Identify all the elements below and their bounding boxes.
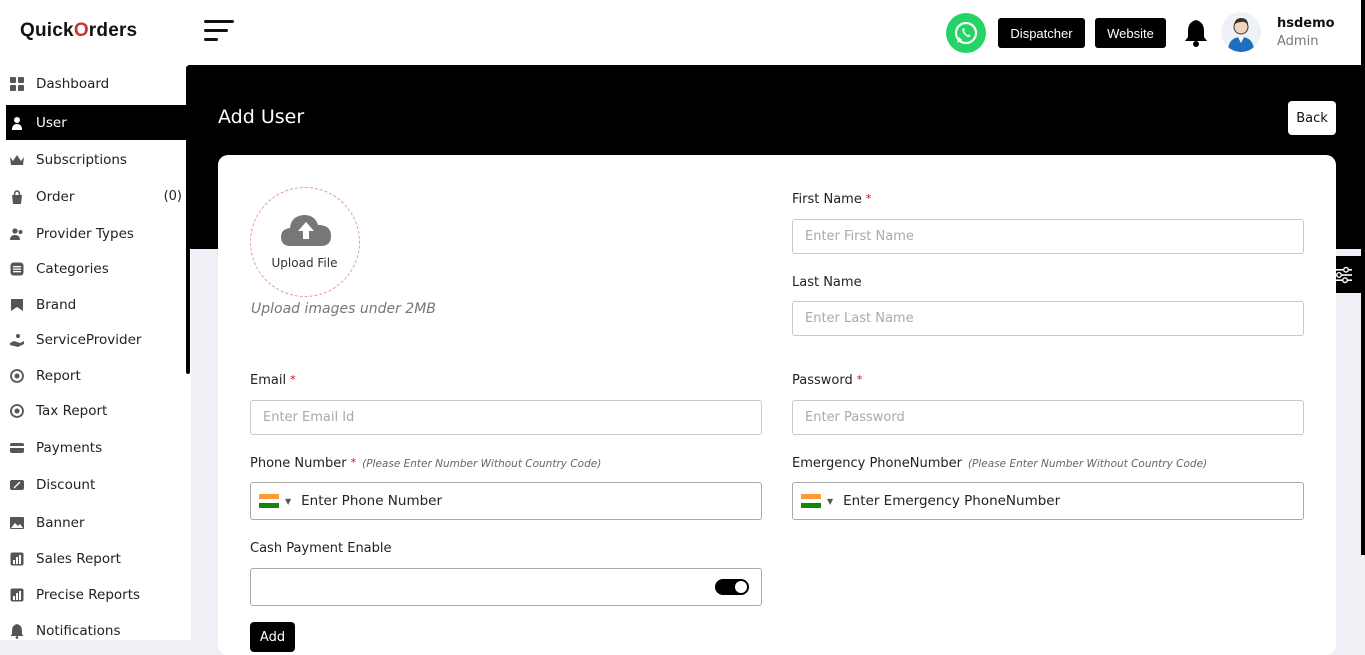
sidebar-item-dashboard[interactable]: Dashboard	[6, 66, 186, 101]
sidebar-item-label: ServiceProvider	[36, 331, 142, 348]
chart-icon	[8, 586, 26, 604]
bookmark-icon	[8, 296, 26, 314]
last-name-label: Last Name	[792, 275, 862, 290]
list-icon	[8, 260, 26, 278]
sidebar-item-label: User	[36, 114, 67, 131]
sidebar-item-discount[interactable]: Discount	[6, 467, 186, 502]
emergency-phone-placeholder: Enter Emergency PhoneNumber	[843, 493, 1061, 509]
sidebar-item-provider-types[interactable]: Provider Types	[6, 216, 186, 251]
sidebar-item-report[interactable]: Report	[6, 358, 186, 393]
sidebar: QuickOrders Dashboard User Subscriptions…	[0, 0, 191, 640]
users-icon	[8, 225, 26, 243]
menu-toggle-icon[interactable]	[204, 20, 236, 44]
emergency-phone-field[interactable]: ▼ Enter Emergency PhoneNumber	[792, 482, 1304, 520]
sidebar-item-tax-report[interactable]: Tax Report	[6, 393, 186, 428]
bell-icon	[8, 622, 26, 640]
sidebar-item-payments[interactable]: Payments	[6, 430, 186, 465]
crown-icon	[8, 151, 26, 169]
sidebar-item-label: Provider Types	[36, 225, 134, 242]
avatar[interactable]	[1221, 12, 1261, 52]
back-button[interactable]: Back	[1288, 101, 1336, 135]
bag-icon	[8, 188, 26, 206]
first-name-label: First Name *	[792, 192, 872, 207]
page-title: Add User	[218, 106, 305, 128]
upload-file-dropzone[interactable]: Upload File	[250, 187, 360, 297]
chart-icon	[8, 550, 26, 568]
last-name-input[interactable]: Enter Last Name	[792, 301, 1304, 336]
sidebar-item-precise-reports[interactable]: Precise Reports	[6, 577, 186, 612]
upload-file-label: Upload File	[271, 256, 338, 270]
notification-bell-icon[interactable]	[1183, 18, 1209, 48]
sidebar-item-order[interactable]: Order (0)	[6, 179, 186, 214]
topbar: Dispatcher Website hsdemo Admin	[191, 0, 1361, 65]
sidebar-item-label: Precise Reports	[36, 586, 141, 603]
user-icon	[8, 114, 26, 132]
cash-payment-label: Cash Payment Enable	[250, 541, 392, 556]
sidebar-item-label: Subscriptions	[36, 151, 127, 168]
sidebar-item-user[interactable]: User	[6, 105, 186, 140]
website-button[interactable]: Website	[1095, 18, 1166, 48]
password-field[interactable]: Enter Password	[792, 400, 1304, 435]
sidebar-item-sales-report[interactable]: Sales Report	[6, 541, 186, 576]
phone-number-field[interactable]: ▼ Enter Phone Number	[250, 482, 762, 520]
order-count-badge: (0)	[163, 189, 182, 204]
add-button[interactable]: Add	[250, 622, 295, 652]
sidebar-item-serviceprovider[interactable]: ServiceProvider	[6, 322, 186, 357]
user-name: hsdemo	[1277, 16, 1335, 31]
sidebar-item-notifications[interactable]: Notifications	[6, 613, 186, 648]
discount-icon	[8, 476, 26, 494]
sidebar-item-label: Payments	[36, 439, 103, 456]
page-scrollbar[interactable]	[1361, 0, 1365, 555]
emergency-phone-label: Emergency PhoneNumber (Please Enter Numbe…	[792, 456, 1208, 471]
chevron-down-icon[interactable]: ▼	[285, 497, 291, 506]
cash-payment-field	[250, 568, 762, 606]
sidebar-item-categories[interactable]: Categories	[6, 251, 186, 286]
cloud-upload-icon	[281, 215, 331, 246]
india-flag-icon[interactable]	[801, 494, 821, 509]
sidebar-item-label: Sales Report	[36, 550, 121, 567]
sidebar-item-label: Order	[36, 188, 75, 205]
dispatcher-button[interactable]: Dispatcher	[998, 18, 1085, 48]
whatsapp-icon[interactable]	[946, 13, 986, 53]
phone-number-placeholder: Enter Phone Number	[301, 493, 443, 509]
sidebar-item-label: Report	[36, 367, 81, 384]
sidebar-item-banner[interactable]: Banner	[6, 505, 186, 540]
cash-payment-toggle[interactable]	[715, 579, 749, 595]
sidebar-item-brand[interactable]: Brand	[6, 287, 186, 322]
hand-icon	[8, 331, 26, 349]
sidebar-item-label: Categories	[36, 260, 109, 277]
sidebar-item-label: Banner	[36, 514, 85, 531]
report-icon	[8, 367, 26, 385]
india-flag-icon[interactable]	[259, 494, 279, 509]
image-icon	[8, 514, 26, 532]
chevron-down-icon[interactable]: ▼	[827, 497, 833, 506]
email-field[interactable]: Enter Email Id	[250, 400, 762, 435]
app-logo[interactable]: QuickOrders	[20, 20, 137, 42]
sidebar-item-label: Dashboard	[36, 75, 110, 92]
report-icon	[8, 402, 26, 420]
sidebar-item-label: Brand	[36, 296, 77, 313]
email-label: Email *	[250, 373, 296, 388]
sidebar-item-subscriptions[interactable]: Subscriptions	[6, 142, 186, 177]
upload-hint: Upload images under 2MB	[251, 301, 436, 317]
card-icon	[8, 439, 26, 457]
phone-number-label: Phone Number * (Please Enter Number Withou…	[250, 456, 602, 471]
password-label: Password *	[792, 373, 863, 388]
sidebar-item-label: Discount	[36, 476, 96, 493]
first-name-input[interactable]: Enter First Name	[792, 219, 1304, 254]
sidebar-item-label: Notifications	[36, 622, 121, 639]
dashboard-icon	[8, 75, 26, 93]
user-role: Admin	[1277, 34, 1319, 49]
sidebar-item-label: Tax Report	[36, 402, 108, 419]
